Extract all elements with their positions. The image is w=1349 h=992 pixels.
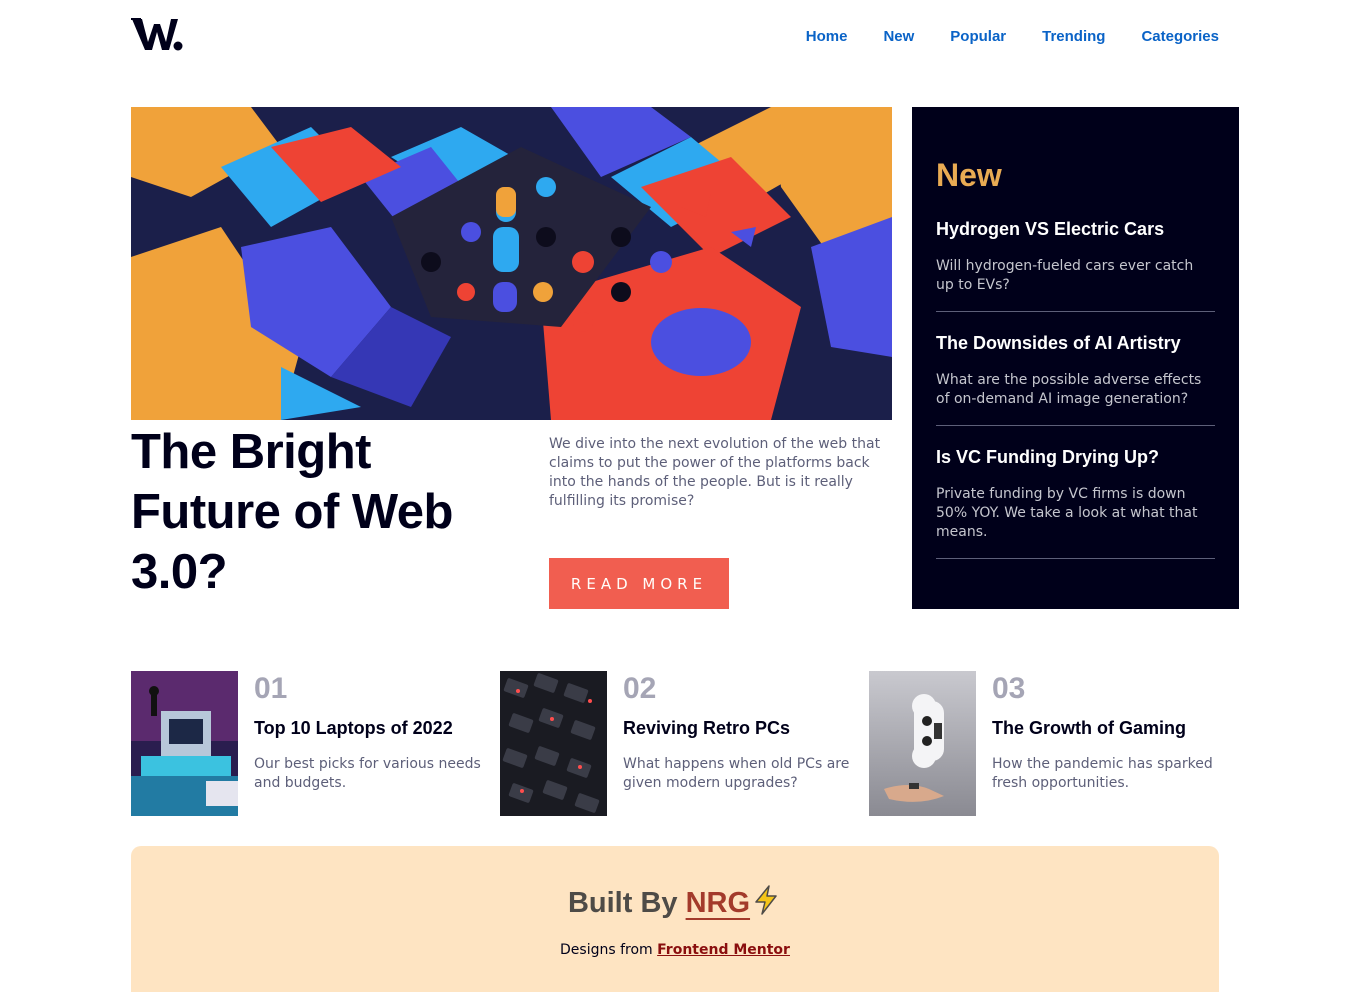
card-title[interactable]: Reviving Retro PCs bbox=[623, 717, 860, 739]
web3-abstract-blocks-image bbox=[131, 107, 892, 420]
nav-popular[interactable]: Popular bbox=[950, 28, 1006, 45]
keyboard-image bbox=[500, 671, 607, 816]
designs-credit: Designs from Frontend Mentor bbox=[131, 942, 1219, 958]
site-header: Home New Popular Trending Categories bbox=[131, 0, 1219, 75]
nav-new[interactable]: New bbox=[883, 28, 914, 45]
card-number: 03 bbox=[992, 672, 1026, 705]
site-logo[interactable] bbox=[131, 16, 183, 52]
card-number: 01 bbox=[254, 672, 288, 705]
new-item-description: Private funding by VC firms is down 50% … bbox=[936, 486, 1198, 540]
card-title[interactable]: Top 10 Laptops of 2022 bbox=[254, 717, 491, 739]
read-more-button[interactable]: READ MORE bbox=[549, 558, 729, 609]
article-card[interactable]: 03 The Growth of Gaming How the pandemic… bbox=[869, 671, 1229, 816]
hero-image bbox=[131, 107, 892, 420]
site-footer: Built By NRG Designs from Frontend Mento… bbox=[131, 846, 1219, 992]
new-item-title[interactable]: Is VC Funding Drying Up? bbox=[936, 446, 1215, 468]
new-item-title[interactable]: The Downsides of AI Artistry bbox=[936, 332, 1215, 354]
nrg-link-text[interactable]: NRG bbox=[686, 887, 750, 919]
frontend-mentor-link[interactable]: Frontend Mentor bbox=[657, 942, 790, 958]
article-card[interactable]: 01 Top 10 Laptops of 2022 Our best picks… bbox=[131, 671, 491, 816]
new-panel-title: New bbox=[936, 157, 1002, 193]
new-panel: New Hydrogen VS Electric Cars Will hydro… bbox=[912, 107, 1239, 609]
retro-pc-image bbox=[131, 671, 238, 816]
new-item-description: Will hydrogen-fueled cars ever catch up … bbox=[936, 258, 1194, 293]
nrg-link[interactable]: NRG bbox=[686, 885, 782, 919]
nav-home[interactable]: Home bbox=[806, 28, 848, 45]
card-title[interactable]: The Growth of Gaming bbox=[992, 717, 1229, 739]
hero-title: The Bright Future of Web 3.0? bbox=[131, 425, 453, 599]
hero-description: We dive into the next evolution of the w… bbox=[549, 436, 881, 509]
card-description: How the pandemic has sparked fresh oppor… bbox=[992, 756, 1213, 791]
designs-prefix: Designs from bbox=[560, 942, 653, 958]
nav-trending[interactable]: Trending bbox=[1042, 28, 1105, 45]
card-description: Our best picks for various needs and bud… bbox=[254, 756, 481, 791]
card-description: What happens when old PCs are given mode… bbox=[623, 756, 850, 791]
new-item[interactable]: The Downsides of AI Artistry What are th… bbox=[936, 332, 1215, 426]
article-card[interactable]: 02 Reviving Retro PCs What happens when … bbox=[500, 671, 860, 816]
main-nav: Home New Popular Trending Categories bbox=[806, 28, 1219, 45]
new-item-description: What are the possible adverse effects of… bbox=[936, 372, 1202, 407]
lightning-icon bbox=[755, 885, 777, 915]
built-by-prefix: Built By bbox=[567, 887, 678, 919]
nav-categories[interactable]: Categories bbox=[1141, 28, 1219, 45]
new-item-title[interactable]: Hydrogen VS Electric Cars bbox=[936, 218, 1215, 240]
card-number: 02 bbox=[623, 672, 657, 705]
built-by-heading: Built By NRG bbox=[131, 884, 1219, 920]
new-item[interactable]: Is VC Funding Drying Up? Private funding… bbox=[936, 446, 1215, 559]
new-item[interactable]: Hydrogen VS Electric Cars Will hydrogen-… bbox=[936, 218, 1215, 312]
gamepad-image bbox=[869, 671, 976, 816]
